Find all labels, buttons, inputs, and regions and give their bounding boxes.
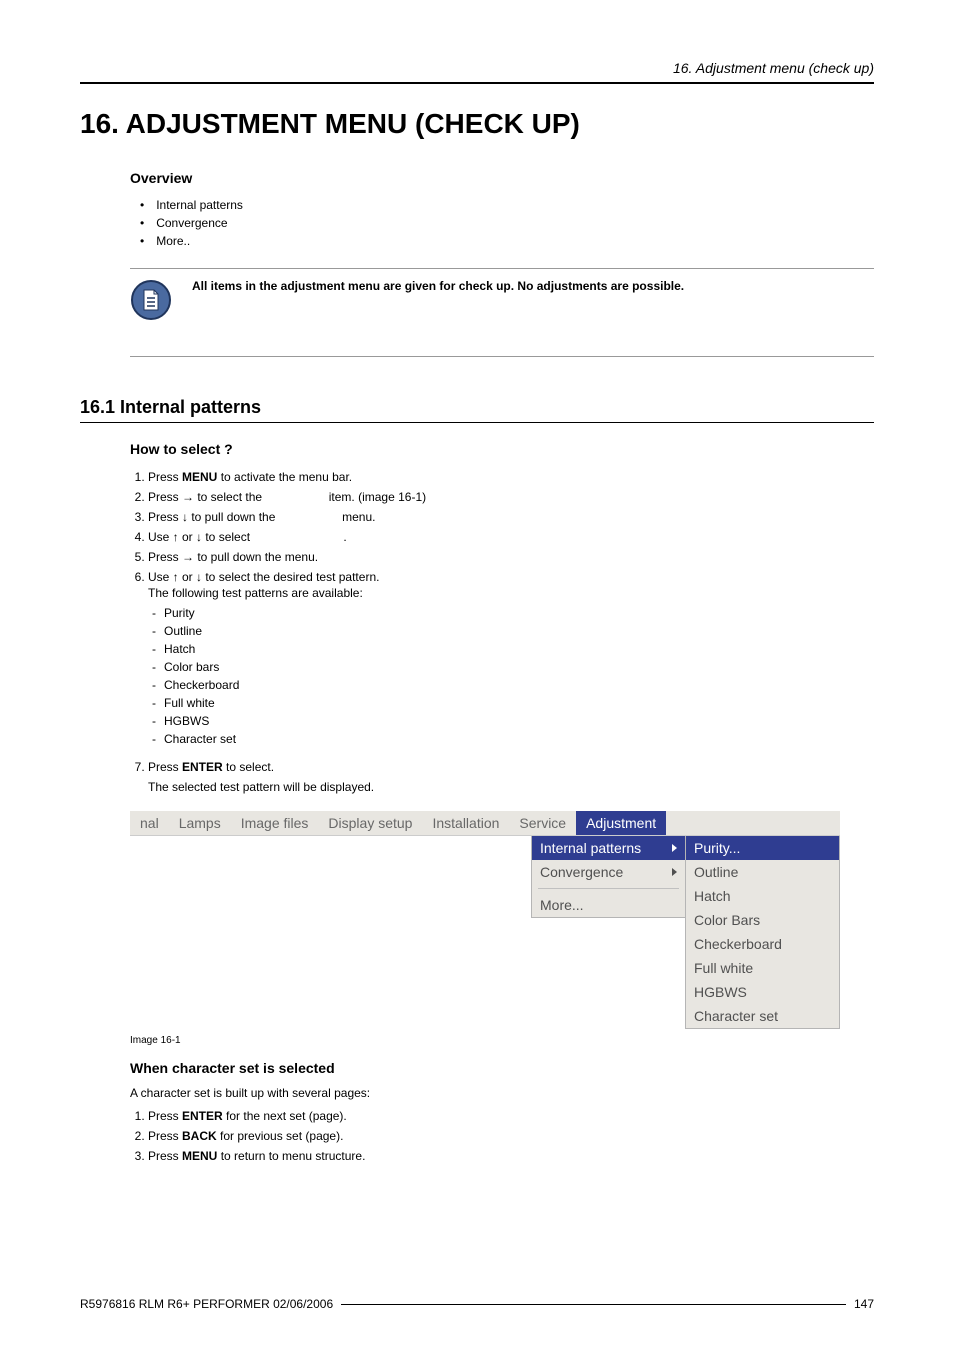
menubar-item[interactable]: Service <box>509 811 576 835</box>
page-number: 147 <box>854 1297 874 1311</box>
dropdown-item[interactable]: Outline <box>686 860 839 884</box>
step: Press → to pull down the menu. <box>148 547 874 567</box>
step: Press BACK for previous set (page). <box>148 1126 874 1146</box>
overview-item: Internal patterns <box>158 196 874 214</box>
howto-steps: Press MENU to activate the menu bar. Pre… <box>130 467 874 797</box>
document-icon <box>130 279 172 326</box>
step: Press ENTER for the next set (page). <box>148 1106 874 1126</box>
page-footer: R5976816 RLM R6+ PERFORMER 02/06/2006 14… <box>80 1257 874 1311</box>
step: Press ↓ to pull down the Adjustment menu… <box>148 507 874 527</box>
step: Use ↑ or ↓ to select the desired test pa… <box>148 567 874 757</box>
pattern-item: Full white <box>166 694 874 712</box>
step: Press MENU to activate the menu bar. <box>148 467 874 487</box>
charset-intro: A character set is built up with several… <box>130 1086 874 1100</box>
charset-steps: Press ENTER for the next set (page). Pre… <box>130 1106 874 1166</box>
footer-left: R5976816 RLM R6+ PERFORMER 02/06/2006 <box>80 1297 333 1311</box>
overview-item: More.. <box>158 232 874 250</box>
running-header: 16. Adjustment menu (check up) <box>80 60 874 84</box>
dropdown-primary: Internal patterns Convergence More... <box>531 836 686 918</box>
dropdown-label: Convergence <box>540 864 623 880</box>
pattern-item: Color bars <box>166 658 874 676</box>
note-text: All items in the adjustment menu are giv… <box>192 279 874 293</box>
pattern-item: Checkerboard <box>166 676 874 694</box>
menubar-item[interactable]: Image files <box>231 811 319 835</box>
dropdown-item[interactable]: Character set <box>686 1004 839 1028</box>
step: Press MENU to return to menu structure. <box>148 1146 874 1166</box>
dropdown-item-selected[interactable]: Purity... <box>686 836 839 860</box>
dropdown-label: More... <box>540 897 584 913</box>
charset-heading: When character set is selected <box>130 1060 874 1076</box>
menu-bar: nal Lamps Image files Display setup Inst… <box>130 811 840 836</box>
menubar-item[interactable]: Installation <box>422 811 509 835</box>
section-title: 16.1 Internal patterns <box>80 397 874 423</box>
dropdown-item[interactable]: Full white <box>686 956 839 980</box>
step-result: The selected test pattern will be displa… <box>148 780 874 794</box>
overview-item: Convergence <box>158 214 874 232</box>
menubar-item[interactable]: Display setup <box>318 811 422 835</box>
step: Use ↑ or ↓ to select Internal patterns . <box>148 527 874 547</box>
menubar-item-active[interactable]: Adjustment <box>576 811 666 835</box>
dropdown-item[interactable]: More... <box>532 893 685 917</box>
pattern-item: Purity <box>166 604 874 622</box>
footer-rule <box>341 1304 846 1305</box>
dropdown-item-selected[interactable]: Internal patterns <box>532 836 685 860</box>
pattern-item: Outline <box>166 622 874 640</box>
note-box: All items in the adjustment menu are giv… <box>130 268 874 357</box>
dropdown-item[interactable]: HGBWS <box>686 980 839 1004</box>
submenu-arrow-icon <box>672 868 677 876</box>
dropdown-item[interactable]: Convergence <box>532 860 685 884</box>
menubar-item[interactable]: Lamps <box>169 811 231 835</box>
menu-screenshot: nal Lamps Image files Display setup Inst… <box>130 811 840 1029</box>
dropdown-label: Internal patterns <box>540 840 641 856</box>
image-caption: Image 16-1 <box>130 1035 874 1046</box>
submenu-arrow-icon <box>672 844 677 852</box>
pattern-list: Purity Outline Hatch Color bars Checkerb… <box>148 604 874 748</box>
dropdown-separator <box>538 888 679 889</box>
dropdown-item[interactable]: Checkerboard <box>686 932 839 956</box>
howto-heading: How to select ? <box>130 441 874 457</box>
overview-heading: Overview <box>130 170 874 186</box>
pattern-item: HGBWS <box>166 712 874 730</box>
pattern-item: Hatch <box>166 640 874 658</box>
step: Press ENTER to select. The selected test… <box>148 757 874 797</box>
step: Press → to select the Adjustment item. (… <box>148 487 874 507</box>
dropdown-item[interactable]: Color Bars <box>686 908 839 932</box>
overview-list: Internal patterns Convergence More.. <box>130 196 874 250</box>
menubar-item[interactable]: nal <box>130 811 169 835</box>
dropdown-secondary: Purity... Outline Hatch Color Bars Check… <box>685 836 840 1029</box>
pattern-item: Character set <box>166 730 874 748</box>
chapter-title: 16. ADJUSTMENT MENU (CHECK UP) <box>80 108 874 140</box>
dropdown-item[interactable]: Hatch <box>686 884 839 908</box>
